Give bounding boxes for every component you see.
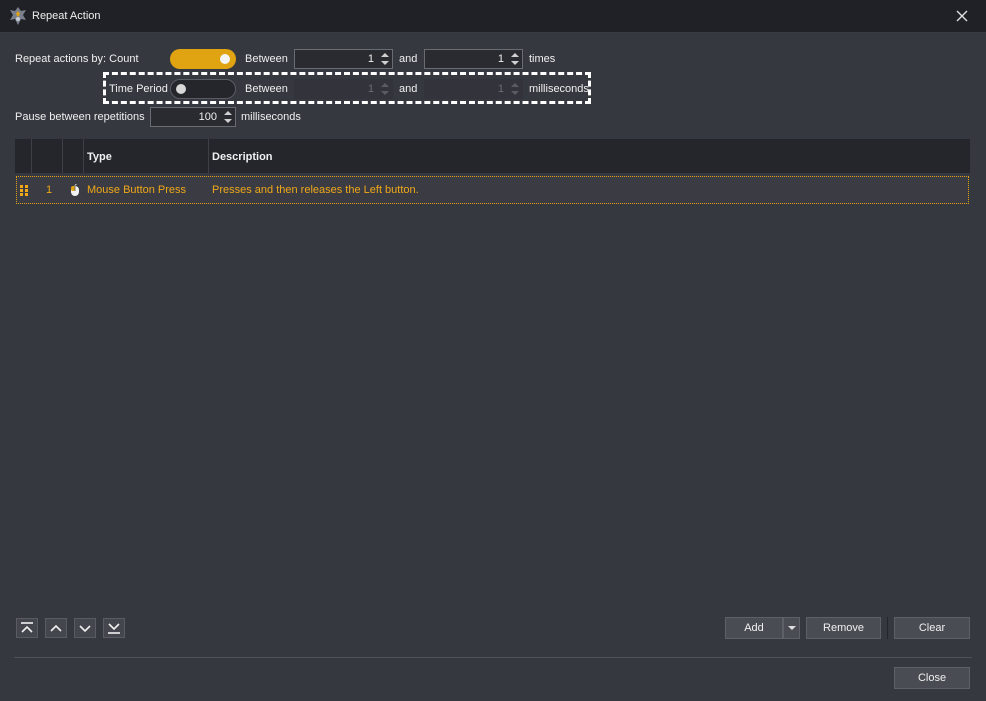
time-and-label: and (399, 83, 418, 95)
count-toggle[interactable] (170, 49, 236, 69)
move-up-button[interactable] (45, 618, 67, 638)
times-label: times (529, 53, 556, 65)
column-header-type-label: Type (87, 151, 112, 163)
column-header-icon[interactable] (63, 139, 84, 173)
count-max-spinbox[interactable]: 1 (424, 49, 523, 69)
spin-up-icon[interactable] (224, 111, 232, 115)
toggle-knob (176, 84, 186, 94)
spin-down-icon (511, 91, 519, 95)
spin-up-icon (381, 83, 389, 87)
spin-value: 1 (367, 53, 374, 65)
spin-up-icon[interactable] (381, 53, 389, 57)
drag-handle-icon[interactable] (20, 185, 28, 196)
spin-arrows[interactable] (378, 50, 392, 68)
add-button[interactable]: Add (725, 617, 783, 639)
divider (14, 657, 972, 658)
move-to-top-button[interactable] (16, 618, 38, 638)
spin-down-icon[interactable] (224, 119, 232, 123)
spin-arrows[interactable] (221, 108, 235, 126)
time-unit-label: milliseconds (529, 83, 589, 95)
divider (887, 617, 888, 639)
pause-spinbox[interactable]: 100 (150, 107, 236, 127)
count-between-label: Between (245, 53, 288, 65)
move-to-top-icon (21, 622, 33, 633)
time-between-label: Between (245, 83, 288, 95)
spin-value: 1 (367, 83, 374, 95)
column-header-grip[interactable] (15, 139, 32, 173)
dialog-content: Repeat actions by: Count Between 1 and 1… (0, 33, 986, 701)
repeat-by-label: Repeat actions by: Count (15, 53, 139, 65)
pause-unit-label: milliseconds (241, 111, 301, 123)
time-max-spinbox: 1 (424, 79, 523, 99)
remove-button[interactable]: Remove (806, 617, 881, 639)
time-period-label: Time Period (109, 83, 168, 95)
column-header-description[interactable]: Description (209, 139, 970, 173)
move-to-bottom-icon (108, 623, 120, 634)
spin-up-icon (511, 83, 519, 87)
row-index: 1 (46, 184, 53, 196)
table-header: Type Description (15, 139, 970, 173)
mouse-icon (71, 184, 79, 196)
row-description: Presses and then releases the Left butto… (212, 184, 419, 196)
chevron-down-icon (79, 625, 91, 633)
pause-label: Pause between repetitions (15, 111, 145, 123)
app-logo-icon (10, 7, 26, 25)
spin-value: 100 (198, 111, 217, 123)
actions-table: Type Description 1 Mouse Button Press Pr… (15, 139, 970, 599)
toggle-knob (220, 54, 230, 64)
column-header-description-label: Description (212, 151, 273, 163)
time-min-spinbox: 1 (294, 79, 393, 99)
spin-arrows (508, 80, 522, 98)
chevron-up-icon (50, 624, 62, 632)
column-header-type[interactable]: Type (84, 139, 209, 173)
spin-arrows[interactable] (508, 50, 522, 68)
row-type: Mouse Button Press (87, 184, 187, 196)
count-min-spinbox[interactable]: 1 (294, 49, 393, 69)
spin-arrows (378, 80, 392, 98)
count-and-label: and (399, 53, 418, 65)
move-down-button[interactable] (74, 618, 96, 638)
window-title: Repeat Action (32, 10, 101, 22)
spin-value: 1 (497, 83, 504, 95)
add-dropdown-button[interactable] (783, 617, 800, 639)
column-header-index[interactable] (32, 139, 63, 173)
chevron-down-icon (788, 626, 796, 630)
time-period-toggle[interactable] (170, 79, 236, 99)
title-bar: Repeat Action (0, 0, 986, 33)
move-to-bottom-button[interactable] (103, 618, 125, 638)
spin-value: 1 (497, 53, 504, 65)
window-close-button[interactable] (950, 4, 974, 28)
spin-down-icon[interactable] (381, 61, 389, 65)
spin-down-icon (381, 91, 389, 95)
clear-button[interactable]: Clear (894, 617, 970, 639)
table-row[interactable]: 1 Mouse Button Press Presses and then re… (16, 176, 969, 204)
spin-up-icon[interactable] (511, 53, 519, 57)
spin-down-icon[interactable] (511, 61, 519, 65)
close-button[interactable]: Close (894, 667, 970, 689)
close-icon (956, 10, 968, 22)
